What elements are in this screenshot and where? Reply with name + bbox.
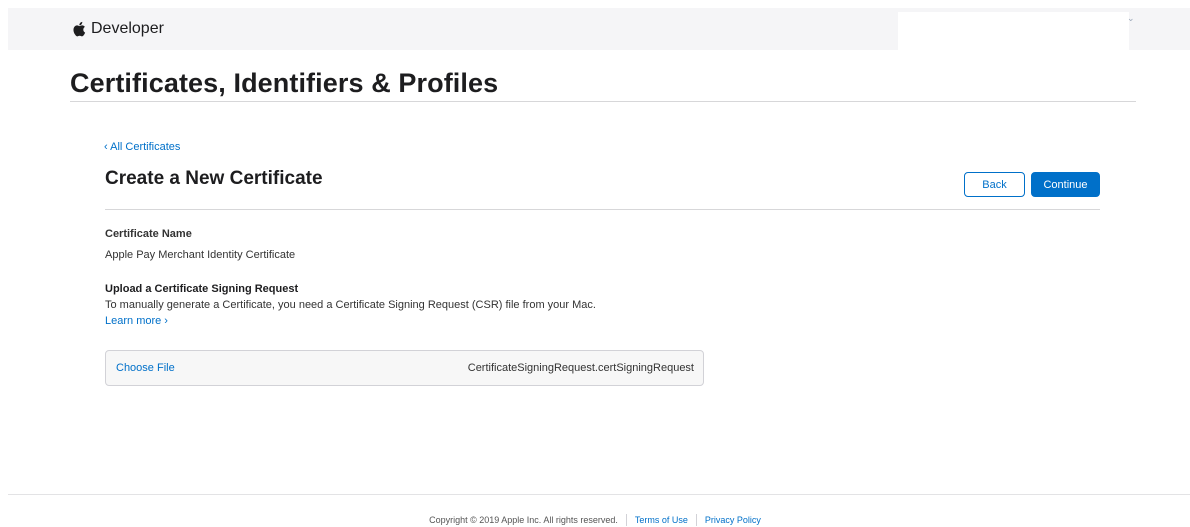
top-nav-bar: Developer: [8, 8, 1190, 54]
certificate-name-value: Apple Pay Merchant Identity Certificate: [105, 249, 296, 261]
footer-separator: [695, 514, 697, 526]
brand-label: Developer: [91, 20, 164, 37]
all-certificates-link[interactable]: ‹ All Certificates: [104, 141, 180, 153]
section-title: Create a New Certificate: [105, 168, 323, 189]
chevron-down-icon[interactable]: ⌄: [1127, 13, 1135, 23]
upload-csr-label: Upload a Certificate Signing Request: [105, 283, 299, 295]
back-button[interactable]: Back: [964, 172, 1025, 197]
terms-of-use-link[interactable]: Terms of Use: [635, 515, 688, 525]
title-divider: [70, 101, 1136, 102]
footer-divider: [8, 494, 1190, 495]
continue-button[interactable]: Continue: [1031, 172, 1100, 197]
footer-separator: [625, 514, 627, 526]
upload-csr-description: To manually generate a Certificate, you …: [105, 299, 596, 311]
choose-file-button[interactable]: Choose File: [116, 362, 175, 374]
selected-file-name: CertificateSigningRequest.certSigningReq…: [467, 362, 694, 374]
account-menu-box[interactable]: [898, 12, 1129, 54]
file-upload-field[interactable]: Choose File CertificateSigningRequest.ce…: [105, 350, 704, 386]
learn-more-link[interactable]: Learn more ›: [105, 315, 168, 327]
apple-logo-icon: [73, 21, 86, 37]
certificate-name-label: Certificate Name: [105, 228, 192, 240]
section-divider: [105, 209, 1100, 210]
page: Developer ⌄ Certificates, Identifiers & …: [0, 0, 1190, 527]
copyright-text: Copyright © 2019 Apple Inc. All rights r…: [429, 515, 618, 525]
developer-brand-link[interactable]: Developer: [72, 18, 164, 40]
privacy-policy-link[interactable]: Privacy Policy: [705, 515, 761, 525]
footer: Copyright © 2019 Apple Inc. All rights r…: [0, 512, 1190, 527]
page-title: Certificates, Identifiers & Profiles: [70, 68, 499, 98]
